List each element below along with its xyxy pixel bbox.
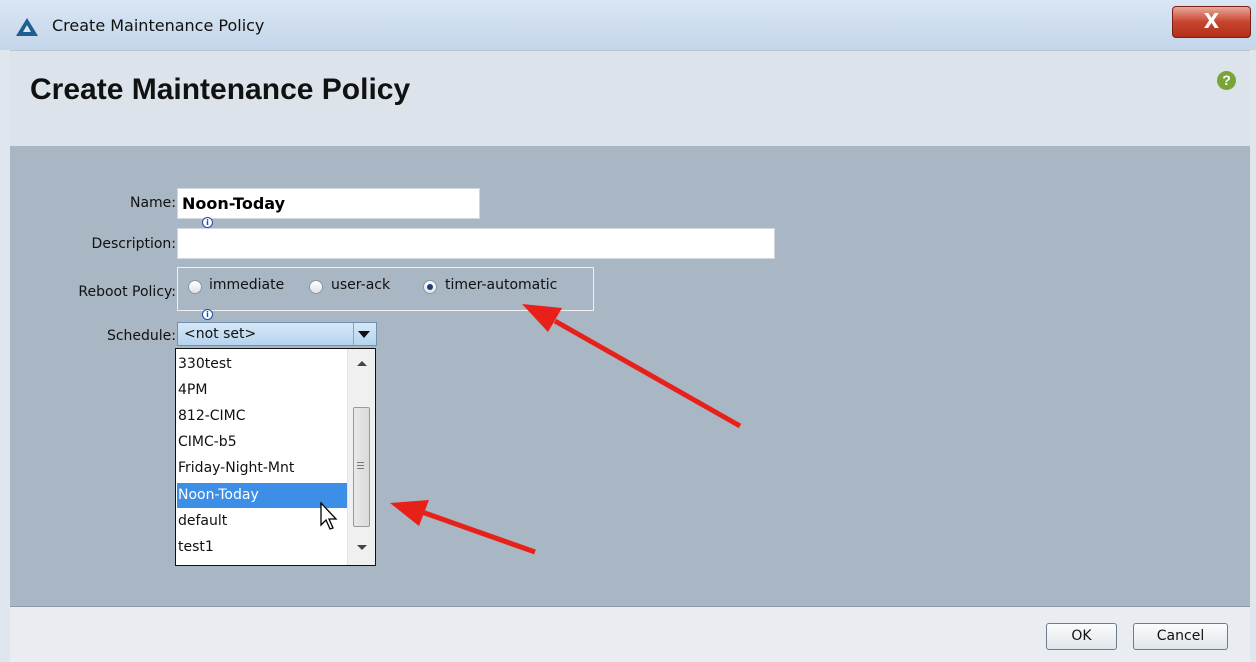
window-title: Create Maintenance Policy [52, 16, 265, 35]
dialog-footer: OK Cancel [10, 606, 1250, 662]
help-icon[interactable]: ? [1217, 71, 1236, 90]
dialog-title: Create Maintenance Policy [30, 73, 411, 106]
dialog-header: Create Maintenance Policy ? [10, 50, 1250, 147]
window-titlebar: Create Maintenance Policy X [0, 0, 1256, 50]
cancel-button[interactable]: Cancel [1133, 623, 1228, 650]
annotation-arrows [390, 304, 742, 555]
close-button[interactable]: X [1172, 6, 1251, 38]
form-area: Name: Noon-Today i Description: Reboot P… [10, 146, 1250, 606]
ok-button[interactable]: OK [1046, 623, 1117, 650]
red-arrow-reboot [522, 304, 742, 429]
app-logo-icon [16, 18, 38, 36]
red-arrow-schedule [390, 500, 536, 555]
